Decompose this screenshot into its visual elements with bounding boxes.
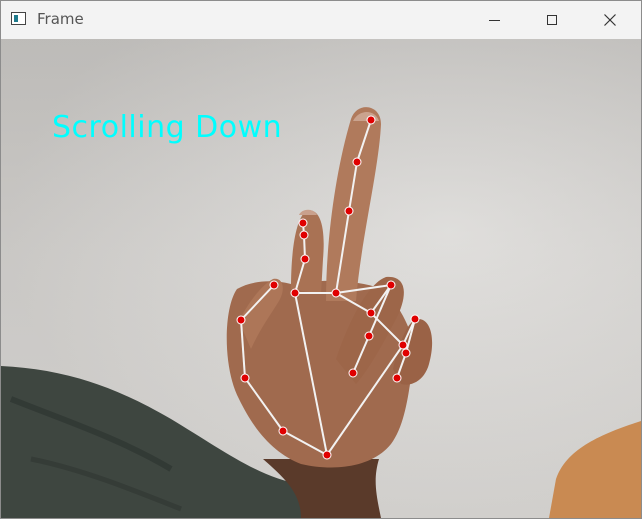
minimize-icon <box>488 19 500 21</box>
window-title: Frame <box>37 10 84 28</box>
right-sleeve-shape <box>549 421 641 518</box>
maximize-button[interactable] <box>529 1 575 38</box>
app-window: Frame Scrolling Down <box>0 0 642 519</box>
hand-landmark-point <box>386 280 396 290</box>
maximize-icon <box>547 14 557 25</box>
close-icon <box>604 13 616 26</box>
hand-landmark-point <box>344 206 354 216</box>
hand-landmark-point <box>299 230 309 240</box>
hand-landmark-point <box>240 373 250 383</box>
hand-landmark-point <box>392 373 402 383</box>
hand-landmark-point <box>401 348 411 358</box>
hand-landmark-point <box>236 315 246 325</box>
hand-landmark-point <box>348 368 358 378</box>
hand-landmark-point <box>278 426 288 436</box>
camera-frame: Scrolling Down <box>1 39 641 518</box>
hand-landmark-point <box>298 218 308 228</box>
hand-landmark-point <box>366 308 376 318</box>
hand-landmark-point <box>364 331 374 341</box>
hand-landmark-point <box>300 254 310 264</box>
gesture-status-text: Scrolling Down <box>52 110 283 145</box>
hand-landmark-point <box>398 340 408 350</box>
title-bar[interactable]: Frame <box>1 1 641 38</box>
hand-landmark-point <box>352 157 362 167</box>
hand-landmark-point <box>410 314 420 324</box>
hand-landmark-point <box>290 288 300 298</box>
hand-landmark-point <box>269 280 279 290</box>
frame-window-icon <box>11 12 26 25</box>
hand-landmark-point <box>331 288 341 298</box>
close-button[interactable] <box>587 1 633 38</box>
minimize-button[interactable] <box>471 1 517 38</box>
hand-landmark-point <box>322 450 332 460</box>
hand-landmark-point <box>366 115 376 125</box>
